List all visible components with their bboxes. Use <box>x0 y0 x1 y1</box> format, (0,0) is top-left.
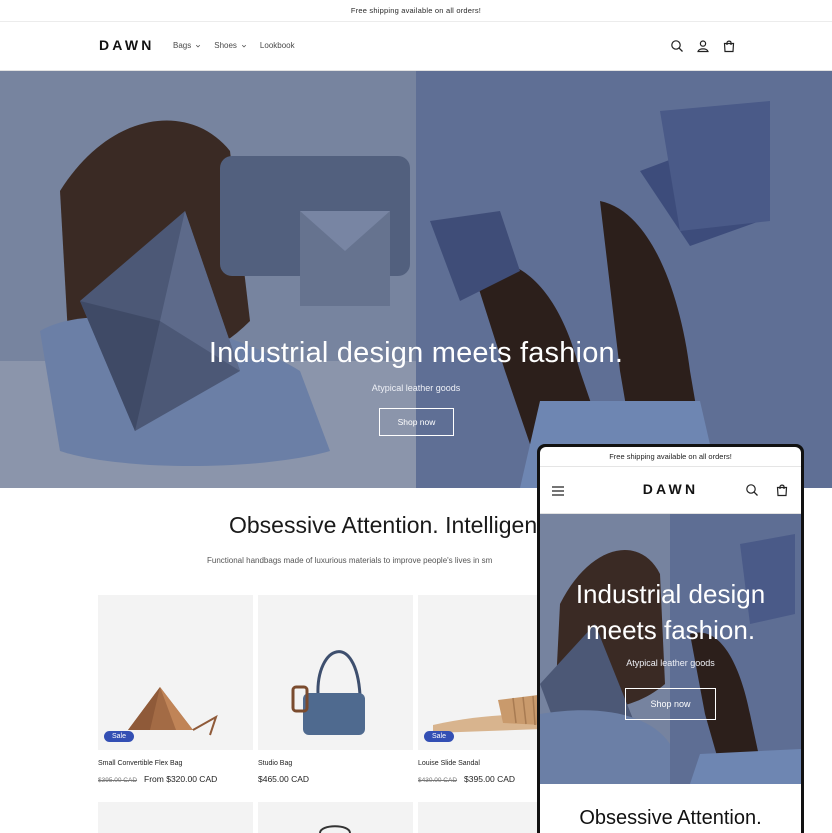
hero-title-line: Industrial design <box>575 579 766 609</box>
announcement-bar: Free shipping available on all orders! <box>0 0 832 22</box>
product-price: $395.00 CAD From $320.00 CAD <box>98 774 253 784</box>
store-logo[interactable]: DAWN <box>99 37 155 53</box>
site-header: DAWN Bags Shoes Lookbook <box>0 22 832 71</box>
nav-item-shoes[interactable]: Shoes <box>214 41 247 50</box>
product-card[interactable]: Studio Bag $465.00 CAD <box>258 595 413 784</box>
mobile-shop-now-button[interactable]: Shop now <box>625 688 716 720</box>
nav-label: Bags <box>173 41 192 50</box>
product-image[interactable] <box>98 802 253 833</box>
mobile-announcement-bar: Free shipping available on all orders! <box>540 447 801 467</box>
account-icon[interactable] <box>696 39 710 53</box>
hero-banner: Industrial design meets fashion. Atypica… <box>0 71 832 488</box>
main-nav: Bags Shoes Lookbook <box>173 41 295 50</box>
search-icon[interactable] <box>745 483 759 497</box>
collection-subtitle: Functional handbags made of luxurious ma… <box>207 556 493 565</box>
collection-title: Obsessive Attention. Intelligent <box>229 512 544 538</box>
sale-badge: Sale <box>424 731 455 742</box>
product-thumbnail <box>319 825 351 833</box>
hero-title-line: meets fashion. <box>585 615 756 645</box>
product-image[interactable] <box>258 595 413 750</box>
announcement-text: Free shipping available on all orders! <box>350 6 482 15</box>
product-image[interactable]: Sale <box>98 595 253 750</box>
nav-item-lookbook[interactable]: Lookbook <box>260 41 295 50</box>
mobile-logo[interactable]: DAWN <box>540 481 801 497</box>
nav-label: Lookbook <box>259 41 295 50</box>
shop-now-button[interactable]: Shop now <box>379 408 454 436</box>
mobile-hero-banner: Industrial design meets fashion. Atypica… <box>540 514 801 784</box>
hero-title: Industrial design meets fashion. <box>208 337 624 369</box>
mobile-hero-title: Industrial design meets fashion. <box>540 576 801 648</box>
search-icon[interactable] <box>670 39 684 53</box>
mobile-preview-frame: Free shipping available on all orders! D… <box>537 444 804 833</box>
cart-icon[interactable] <box>722 39 736 53</box>
nav-label: Shoes <box>214 41 237 50</box>
product-price: $465.00 CAD <box>258 774 310 784</box>
nav-item-bags[interactable]: Bags <box>173 41 201 50</box>
announcement-text: Free shipping available on all orders! <box>609 452 732 461</box>
compare-price: $395.00 CAD <box>98 777 138 784</box>
product-name[interactable]: Studio Bag <box>258 760 413 767</box>
hero-image <box>540 514 801 784</box>
hero-subtitle: Atypical leather goods <box>371 383 461 393</box>
mobile-collection-title: Obsessive Attention. <box>579 807 762 829</box>
mobile-hero-subtitle: Atypical leather goods <box>626 658 715 668</box>
chevron-down-icon <box>196 44 201 47</box>
chevron-down-icon <box>241 44 246 47</box>
sale-price: From $320.00 CAD <box>144 774 218 784</box>
cart-icon[interactable] <box>775 483 789 497</box>
product-name[interactable]: Small Convertible Flex Bag <box>98 760 253 767</box>
sale-badge: Sale <box>104 731 135 742</box>
product-image[interactable] <box>258 802 413 833</box>
mobile-screen: Free shipping available on all orders! D… <box>540 447 801 833</box>
product-card[interactable]: Sale Small Convertible Flex Bag $395.00 … <box>98 595 253 784</box>
header-icons <box>670 39 736 53</box>
mobile-header: DAWN <box>540 467 801 514</box>
compare-price: $430.00 CAD <box>418 777 458 784</box>
sale-price: $395.00 CAD <box>464 774 516 784</box>
